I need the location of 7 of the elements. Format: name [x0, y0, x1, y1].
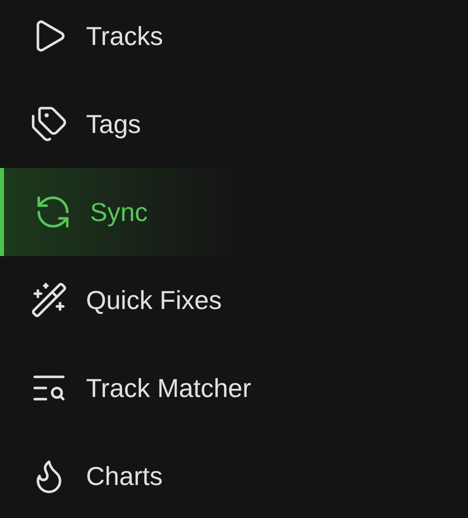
nav-item[interactable]: Tracks — [0, 0, 468, 80]
nav-item[interactable]: Track Matcher — [0, 344, 468, 432]
tags-icon — [30, 105, 68, 143]
nav-item[interactable]: Tags — [0, 80, 468, 168]
nav-item[interactable]: Charts — [0, 432, 468, 518]
nav-item[interactable]: Quick Fixes — [0, 256, 468, 344]
magic-wand-icon — [30, 281, 68, 319]
